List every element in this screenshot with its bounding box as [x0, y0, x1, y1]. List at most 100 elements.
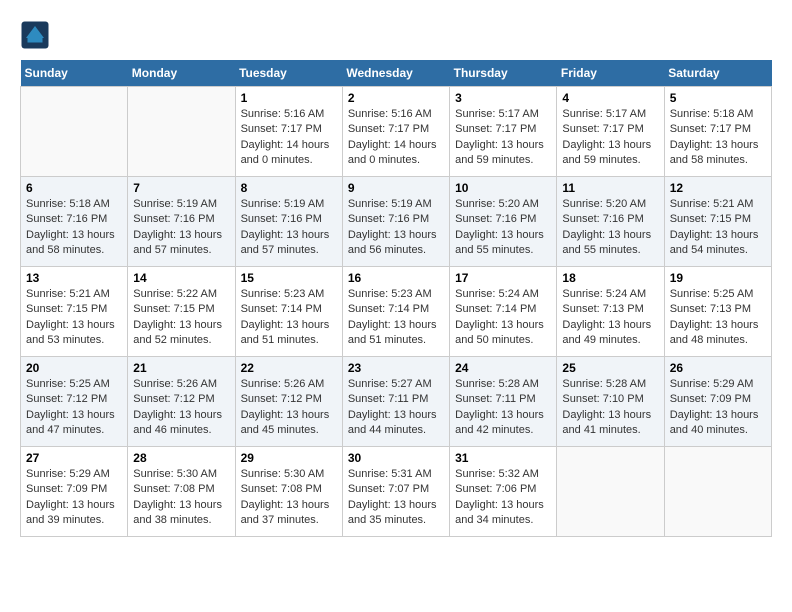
calendar-cell: 22Sunrise: 5:26 AMSunset: 7:12 PMDayligh… [235, 357, 342, 447]
calendar-cell: 20Sunrise: 5:25 AMSunset: 7:12 PMDayligh… [21, 357, 128, 447]
day-info: Sunrise: 5:28 AMSunset: 7:10 PMDaylight:… [562, 377, 658, 439]
week-row-1: 1 Sunrise: 5:16 AMSunset: 7:17 PMDaylight… [21, 87, 772, 177]
day-info: Sunrise: 5:27 AMSunset: 7:11 PMDaylight:… [348, 377, 444, 439]
day-number: 4 [562, 91, 658, 105]
day-number: 29 [241, 451, 337, 465]
day-number: 7 [133, 181, 229, 195]
day-number: 25 [562, 361, 658, 375]
calendar-cell: 28 Sunrise: 5:30 AMSunset: 7:08 PMDayligh… [128, 447, 235, 537]
day-info: Sunrise: 5:24 AMSunset: 7:13 PMDaylight:… [562, 287, 658, 349]
day-info: Sunrise: 5:25 AMSunset: 7:13 PMDaylight:… [670, 287, 766, 349]
day-info: Sunrise: 5:20 AMSunset: 7:16 PMDaylight:… [455, 197, 551, 259]
day-number: 5 [670, 91, 766, 105]
day-number: 10 [455, 181, 551, 195]
calendar-cell: 21 Sunrise: 5:26 AMSunset: 7:12 PMDayligh… [128, 357, 235, 447]
day-info: Sunrise: 5:18 AMSunset: 7:16 PMDaylight:… [26, 197, 122, 259]
day-number: 30 [348, 451, 444, 465]
weekday-header-friday: Friday [557, 60, 664, 87]
weekday-header-row: SundayMondayTuesdayWednesdayThursdayFrid… [21, 60, 772, 87]
calendar-cell: 18 Sunrise: 5:24 AMSunset: 7:13 PMDayligh… [557, 267, 664, 357]
day-number: 20 [26, 361, 122, 375]
calendar-cell: 26 Sunrise: 5:29 AMSunset: 7:09 PMDayligh… [664, 357, 771, 447]
logo [20, 20, 56, 50]
day-number: 28 [133, 451, 229, 465]
calendar-cell: 4 Sunrise: 5:17 AMSunset: 7:17 PMDaylight… [557, 87, 664, 177]
day-number: 18 [562, 271, 658, 285]
day-info: Sunrise: 5:28 AMSunset: 7:11 PMDaylight:… [455, 377, 551, 439]
day-number: 15 [241, 271, 337, 285]
day-number: 3 [455, 91, 551, 105]
day-number: 1 [241, 91, 337, 105]
day-info: Sunrise: 5:30 AMSunset: 7:08 PMDaylight:… [133, 467, 229, 529]
weekday-header-saturday: Saturday [664, 60, 771, 87]
day-number: 17 [455, 271, 551, 285]
calendar-cell [128, 87, 235, 177]
calendar-cell: 11Sunrise: 5:20 AMSunset: 7:16 PMDayligh… [557, 177, 664, 267]
weekday-header-monday: Monday [128, 60, 235, 87]
calendar-cell: 30Sunrise: 5:31 AMSunset: 7:07 PMDayligh… [342, 447, 449, 537]
day-info: Sunrise: 5:16 AMSunset: 7:17 PMDaylight:… [348, 107, 444, 169]
day-info: Sunrise: 5:32 AMSunset: 7:06 PMDaylight:… [455, 467, 551, 529]
day-info: Sunrise: 5:30 AMSunset: 7:08 PMDaylight:… [241, 467, 337, 529]
calendar-cell: 12 Sunrise: 5:21 AMSunset: 7:15 PMDayligh… [664, 177, 771, 267]
calendar-cell: 16 Sunrise: 5:23 AMSunset: 7:14 PMDayligh… [342, 267, 449, 357]
day-info: Sunrise: 5:20 AMSunset: 7:16 PMDaylight:… [562, 197, 658, 259]
calendar-cell: 19 Sunrise: 5:25 AMSunset: 7:13 PMDayligh… [664, 267, 771, 357]
calendar-cell: 5 Sunrise: 5:18 AMSunset: 7:17 PMDaylight… [664, 87, 771, 177]
day-info: Sunrise: 5:29 AMSunset: 7:09 PMDaylight:… [670, 377, 766, 439]
day-info: Sunrise: 5:26 AMSunset: 7:12 PMDaylight:… [241, 377, 337, 439]
day-info: Sunrise: 5:19 AMSunset: 7:16 PMDaylight:… [241, 197, 337, 259]
day-number: 23 [348, 361, 444, 375]
calendar-cell: 17 Sunrise: 5:24 AMSunset: 7:14 PMDayligh… [450, 267, 557, 357]
day-number: 8 [241, 181, 337, 195]
week-row-5: 27 Sunrise: 5:29 AMSunset: 7:09 PMDayligh… [21, 447, 772, 537]
day-number: 27 [26, 451, 122, 465]
day-info: Sunrise: 5:26 AMSunset: 7:12 PMDaylight:… [133, 377, 229, 439]
day-info: Sunrise: 5:23 AMSunset: 7:14 PMDaylight:… [348, 287, 444, 349]
day-number: 31 [455, 451, 551, 465]
calendar-cell: 6 Sunrise: 5:18 AMSunset: 7:16 PMDaylight… [21, 177, 128, 267]
calendar-cell: 3 Sunrise: 5:17 AMSunset: 7:17 PMDaylight… [450, 87, 557, 177]
day-info: Sunrise: 5:17 AMSunset: 7:17 PMDaylight:… [562, 107, 658, 169]
calendar-cell: 25 Sunrise: 5:28 AMSunset: 7:10 PMDayligh… [557, 357, 664, 447]
weekday-header-wednesday: Wednesday [342, 60, 449, 87]
day-info: Sunrise: 5:19 AMSunset: 7:16 PMDaylight:… [133, 197, 229, 259]
calendar-cell: 14Sunrise: 5:22 AMSunset: 7:15 PMDayligh… [128, 267, 235, 357]
day-number: 12 [670, 181, 766, 195]
calendar-cell: 24 Sunrise: 5:28 AMSunset: 7:11 PMDayligh… [450, 357, 557, 447]
day-info: Sunrise: 5:23 AMSunset: 7:14 PMDaylight:… [241, 287, 337, 349]
day-number: 9 [348, 181, 444, 195]
calendar-cell: 23 Sunrise: 5:27 AMSunset: 7:11 PMDayligh… [342, 357, 449, 447]
week-row-3: 13Sunrise: 5:21 AMSunset: 7:15 PMDayligh… [21, 267, 772, 357]
calendar-cell: 7 Sunrise: 5:19 AMSunset: 7:16 PMDaylight… [128, 177, 235, 267]
day-number: 24 [455, 361, 551, 375]
week-row-4: 20Sunrise: 5:25 AMSunset: 7:12 PMDayligh… [21, 357, 772, 447]
day-number: 21 [133, 361, 229, 375]
day-info: Sunrise: 5:21 AMSunset: 7:15 PMDaylight:… [670, 197, 766, 259]
calendar-cell: 13Sunrise: 5:21 AMSunset: 7:15 PMDayligh… [21, 267, 128, 357]
day-info: Sunrise: 5:17 AMSunset: 7:17 PMDaylight:… [455, 107, 551, 169]
page-header [20, 20, 772, 50]
calendar-cell [21, 87, 128, 177]
logo-icon [20, 20, 50, 50]
calendar-cell [664, 447, 771, 537]
day-number: 16 [348, 271, 444, 285]
day-number: 6 [26, 181, 122, 195]
day-number: 19 [670, 271, 766, 285]
weekday-header-tuesday: Tuesday [235, 60, 342, 87]
calendar-cell: 1Sunrise: 5:16 AMSunset: 7:17 PMDaylight… [235, 87, 342, 177]
day-number: 26 [670, 361, 766, 375]
calendar-cell: 10 Sunrise: 5:20 AMSunset: 7:16 PMDayligh… [450, 177, 557, 267]
day-info: Sunrise: 5:21 AMSunset: 7:15 PMDaylight:… [26, 287, 122, 349]
day-info: Sunrise: 5:19 AMSunset: 7:16 PMDaylight:… [348, 197, 444, 259]
calendar-cell: 31 Sunrise: 5:32 AMSunset: 7:06 PMDayligh… [450, 447, 557, 537]
day-info: Sunrise: 5:22 AMSunset: 7:15 PMDaylight:… [133, 287, 229, 349]
day-info: Sunrise: 5:18 AMSunset: 7:17 PMDaylight:… [670, 107, 766, 169]
calendar-table: SundayMondayTuesdayWednesdayThursdayFrid… [20, 60, 772, 537]
day-number: 2 [348, 91, 444, 105]
day-info: Sunrise: 5:29 AMSunset: 7:09 PMDaylight:… [26, 467, 122, 529]
calendar-cell: 9 Sunrise: 5:19 AMSunset: 7:16 PMDaylight… [342, 177, 449, 267]
weekday-header-sunday: Sunday [21, 60, 128, 87]
calendar-cell [557, 447, 664, 537]
day-info: Sunrise: 5:24 AMSunset: 7:14 PMDaylight:… [455, 287, 551, 349]
